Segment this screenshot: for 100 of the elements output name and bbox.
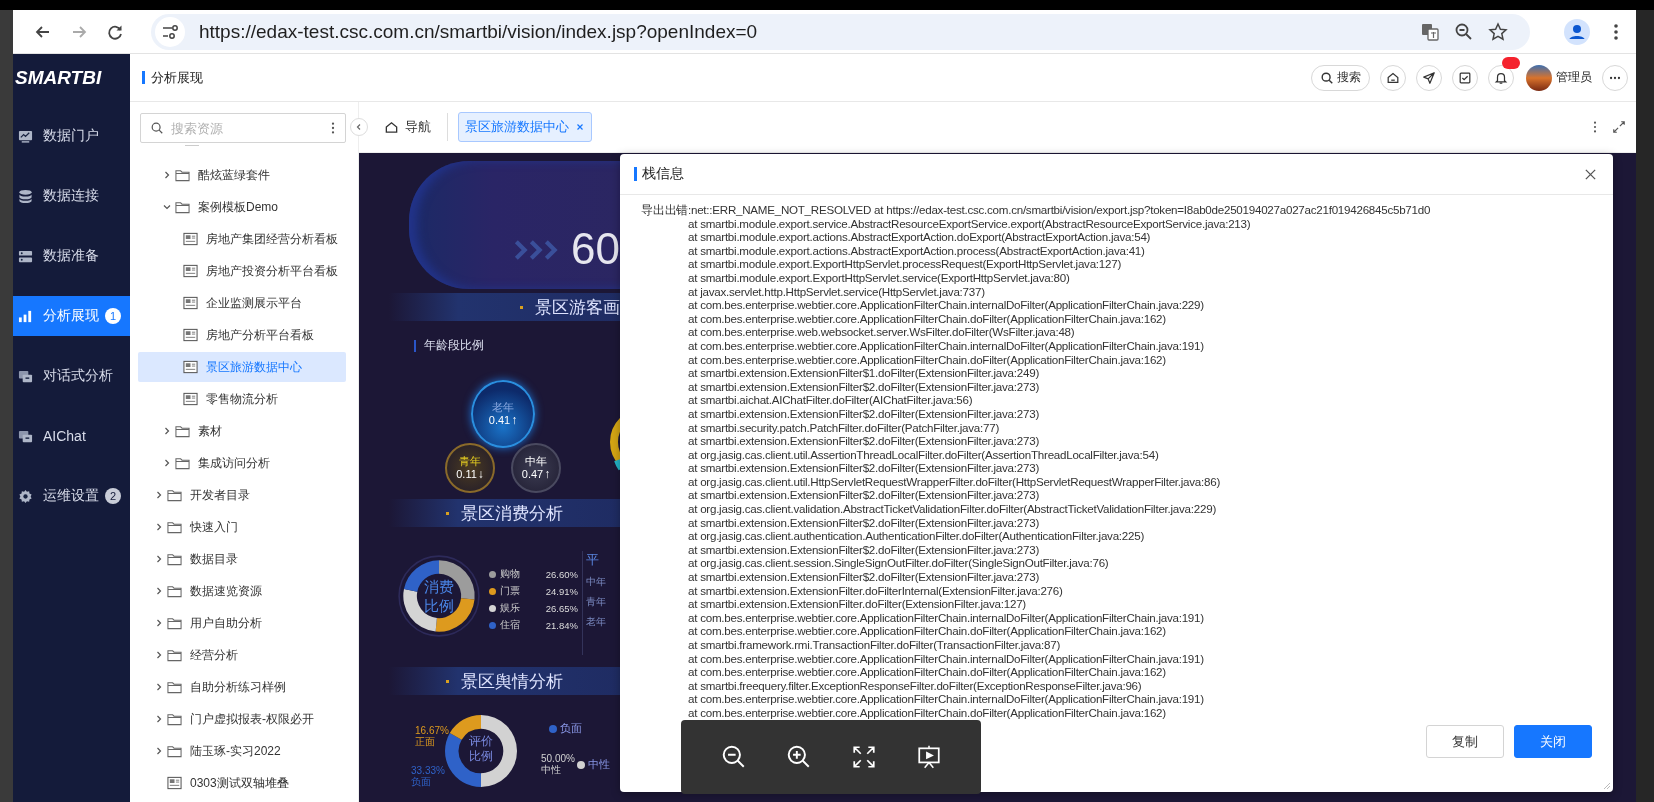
axis-label: 中年 [586, 575, 607, 589]
axis-label: 青年 [586, 595, 607, 609]
nav-item[interactable]: AIChat [13, 416, 130, 456]
tab[interactable]: 导航 [378, 113, 437, 141]
chat-icon [18, 428, 33, 444]
stack-trace-line: at smartbi.freequery.filter.ExceptionResponseFilter.doFilter(ExceptionResponseFilter.java:96) [687, 678, 1143, 693]
stack-trace-line: at smartbi.extension.ExtensionFilter$2.doFilter(ExtensionFilter.java:273) [687, 515, 1040, 530]
nav-item[interactable]: 对话式分析 [13, 356, 130, 396]
tab[interactable]: 景区旅游数据中心 [458, 112, 592, 142]
copy-button[interactable]: 复制 [1426, 725, 1504, 758]
collapse-button[interactable] [350, 118, 368, 136]
stack-trace-line: at smartbi.extension.ExtensionFilter.doFilterInternal(ExtensionFilter.java:276) [687, 583, 1064, 598]
close-button[interactable]: 关闭 [1514, 725, 1592, 758]
tree-item[interactable]: 数据目录 [138, 544, 346, 574]
stack-trace-line: at com.bes.enterprise.webtier.core.ApplicationFilterChain.doFilter(ApplicationFilterChain.java:162) [687, 624, 1167, 638]
tree-item[interactable]: 快速入门 [138, 512, 346, 542]
folder-icon [175, 456, 190, 470]
tree-item[interactable]: 房地产投资分析平台看板 [138, 256, 346, 286]
tree-item[interactable]: 零售物流分析 [138, 384, 346, 414]
expand-icon[interactable] [154, 522, 164, 532]
settings-icon [18, 488, 33, 504]
fullscreen-icon[interactable] [850, 744, 877, 770]
expand-icon[interactable] [162, 170, 172, 180]
tree-item[interactable]: 门户虚拟报表-权限必开 [138, 704, 346, 734]
age-bubble: 中年 0.47↑ [511, 443, 561, 493]
tree-item[interactable]: 企业监测展示平台 [138, 288, 346, 318]
stack-trace-line: at smartbi.security.patch.PatchFilter.doFilter(PatchFilter.java:77) [687, 420, 1000, 435]
address-bar[interactable]: https://edax-test.csc.com.cn/smartbi/vision/index.jsp?openIndex=0 [151, 13, 1530, 50]
presentation-icon[interactable] [915, 744, 942, 770]
task-button[interactable] [1452, 64, 1478, 91]
chart-title: 消费比例 [423, 577, 455, 615]
expand-icon[interactable] [154, 714, 164, 724]
expand-icon[interactable] [154, 682, 164, 692]
tree-item[interactable]: 经营分析 [138, 640, 346, 670]
stack-trace-line: at com.bes.enterprise.webtier.core.ApplicationFilterChain.doFilter(ApplicationFilterChain.java:162) [687, 311, 1167, 326]
search-field[interactable]: 搜索资源 [140, 113, 346, 143]
tree-item[interactable]: 陆玉琢-实习2022 [138, 736, 346, 766]
bell-icon [1494, 70, 1508, 85]
logo: SMARTBI [14, 65, 102, 90]
expand-icon[interactable] [154, 618, 164, 628]
zoom-icon[interactable] [1454, 21, 1474, 42]
stack-trace-line: at com.bes.enterprise.webtier.core.ApplicationFilterChain.internalDoFilter(ApplicationFilterChain.java:191) [687, 651, 1205, 666]
tree-item[interactable]: 素材 [138, 416, 346, 446]
tree-item[interactable]: 数据速览资源 [138, 576, 346, 606]
chart-title: 平 [586, 551, 600, 569]
value-label: 24.91% [545, 585, 578, 597]
resize-handle[interactable] [1601, 780, 1611, 790]
tree-item[interactable]: 房地产集团经营分析看板 [138, 224, 346, 254]
site-info-icon[interactable] [155, 16, 185, 47]
legend-label: 娱乐 [500, 601, 521, 615]
search-button[interactable]: 搜索 [1311, 64, 1370, 91]
nav-item[interactable]: 数据连接 [13, 176, 130, 216]
translate-icon[interactable] [1420, 21, 1440, 42]
expand-icon[interactable] [154, 554, 164, 564]
folder-icon [175, 424, 190, 438]
report-icon [183, 264, 198, 278]
collapse-icon[interactable] [162, 202, 172, 212]
close-icon[interactable] [1584, 167, 1597, 181]
stack-trace-line: at smartbi.module.export.service.AbstractResourceExportService.export(AbstractResourceExportService.java:213) [687, 216, 1252, 231]
expand-icon[interactable] [154, 490, 164, 500]
send-button[interactable] [1416, 64, 1442, 91]
report-icon [183, 232, 198, 246]
folder-icon [167, 616, 182, 630]
stack-trace-line: at org.jasig.cas.client.session.SingleSignOutFilter.doFilter(SingleSignOutFilter.java:76) [687, 556, 1110, 571]
tree-item[interactable]: 集成访问分析 [138, 448, 346, 478]
tree-item[interactable]: 酷炫蓝绿套件 [138, 160, 346, 190]
expand-icon[interactable] [162, 426, 172, 436]
tree-item[interactable]: 用户自助分析 [138, 608, 346, 638]
avatar[interactable] [1526, 64, 1552, 91]
nav-item[interactable]: 数据准备 [13, 236, 130, 276]
nav-item[interactable]: 分析展现 1 [13, 296, 130, 336]
star-icon[interactable] [1488, 21, 1508, 42]
tree-item[interactable]: 案例模板Demo [138, 192, 346, 222]
stack-trace-line: at smartbi.module.export.actions.AbstractExportAction.process(AbstractExportAction.java:41) [687, 243, 1146, 258]
report-icon [183, 392, 198, 406]
nav-item[interactable]: 数据门户 [13, 116, 130, 156]
expand-icon[interactable] [154, 746, 164, 756]
expand-icon[interactable] [154, 650, 164, 660]
zoom-out-icon[interactable] [720, 744, 747, 770]
nav-item[interactable]: 运维设置 2 [13, 476, 130, 516]
folder-icon [175, 168, 190, 182]
zoom-in-icon[interactable] [785, 744, 812, 770]
stack-trace-line: at smartbi.extension.ExtensionFilter$1.doFilter(ExtensionFilter.java:249) [687, 366, 1040, 380]
expand-icon[interactable] [154, 586, 164, 596]
tree-item[interactable]: 房地产分析平台看板 [138, 320, 346, 350]
tree-item[interactable]: 开发者目录 [138, 480, 346, 510]
expand-icon[interactable] [162, 458, 172, 468]
profile-icon[interactable] [1564, 18, 1590, 45]
user-name[interactable]: 管理员 [1556, 69, 1592, 86]
stack-trace-line: at smartbi.framework.rmi.TransactionFilter.doFilter(TransactionFilter.java:87) [687, 638, 1061, 652]
database-icon [18, 188, 33, 204]
home-button[interactable] [1380, 64, 1406, 91]
stack-trace-line: at smartbi.extension.ExtensionFilter$2.doFilter(ExtensionFilter.java:273) [687, 570, 1040, 584]
tree-item[interactable]: 自助分析练习样例 [138, 672, 346, 702]
close-icon[interactable] [575, 122, 585, 132]
notification-button[interactable] [1488, 64, 1514, 91]
report-icon [167, 776, 182, 790]
tree-item[interactable]: 0303测试双轴堆叠 [138, 768, 346, 798]
stack-trace-line: at smartbi.extension.ExtensionFilter$2.doFilter(ExtensionFilter.java:273) [687, 461, 1040, 475]
fullscreen-icon[interactable] [1612, 120, 1626, 134]
